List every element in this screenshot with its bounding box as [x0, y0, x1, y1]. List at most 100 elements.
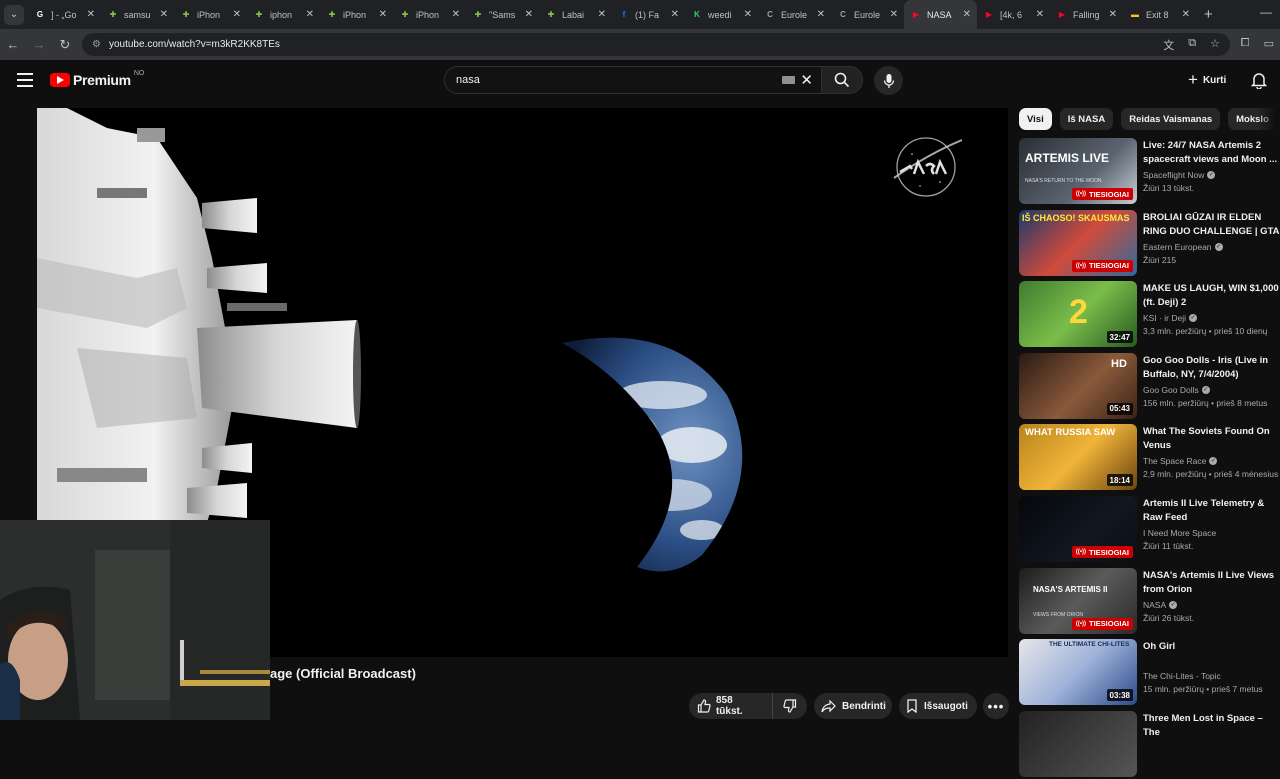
address-bar[interactable]: ⚙ youtube.com/watch?v=m3kR2KK8TEs 文 ⧉ ☆ [82, 33, 1230, 56]
recommendation-title[interactable]: BROLIAI GŪZAI IR ELDEN RING DUO CHALLENG… [1143, 211, 1280, 239]
video-thumbnail[interactable]: WHAT RUSSIA SAW 18:14 [1019, 424, 1137, 491]
tab-close-icon[interactable]: ✕ [160, 9, 168, 20]
recommendation-title[interactable]: MAKE US LAUGH, WIN $1,000 (ft. Deji) 2 [1143, 282, 1280, 310]
dislike-button[interactable] [773, 693, 807, 719]
filter-chip[interactable]: Visi [1019, 108, 1052, 130]
recommendation-title[interactable]: What The Soviets Found On Venus [1143, 425, 1280, 453]
browser-tab[interactable]: ✚ "Sams ✕ [466, 0, 539, 29]
channel-name[interactable]: Spaceflight Now ✓ [1143, 168, 1280, 182]
video-thumbnail[interactable]: 2 32:47 [1019, 281, 1137, 348]
tab-search-button[interactable]: ⌄ [4, 4, 24, 25]
recommendation-title[interactable]: NASA's Artemis II Live Views from Orion [1143, 569, 1280, 597]
tab-close-icon[interactable]: ✕ [671, 9, 679, 20]
tab-close-icon[interactable]: ✕ [452, 9, 460, 20]
tab-close-icon[interactable]: ✕ [963, 9, 971, 20]
browser-tab[interactable]: ▶ Falling ✕ [1050, 0, 1123, 29]
window-minimize-icon[interactable]: — [1260, 5, 1272, 19]
site-info-icon[interactable]: ⚙ [92, 39, 101, 50]
clear-search-icon[interactable]: ✕ [800, 71, 813, 89]
browser-tab[interactable]: ▶ NASA ✕ [904, 0, 977, 29]
browser-tab[interactable]: ✚ iPhon ✕ [320, 0, 393, 29]
recommendation-item[interactable]: NASA'S ARTEMIS II VIEWS FROM ORION ((•)) TI… [1019, 567, 1280, 636]
side-panel-icon[interactable]: ▭ [1264, 37, 1274, 50]
tab-close-icon[interactable]: ✕ [1182, 9, 1190, 20]
browser-tab[interactable]: Kweedi ✕ [685, 0, 758, 29]
tab-close-icon[interactable]: ✕ [1109, 9, 1117, 20]
create-button[interactable]: + Kurti [1180, 68, 1234, 92]
back-arrow-icon[interactable]: ← [0, 37, 26, 52]
recommendation-title[interactable]: Oh Girl [1143, 640, 1280, 668]
badge-text: TIESIOGIAI [1088, 189, 1129, 199]
browser-tab[interactable]: ✚ Labai ✕ [539, 0, 612, 29]
save-button[interactable]: Išsaugoti [899, 693, 977, 719]
bookmark-star-icon[interactable]: ☆ [1210, 37, 1220, 53]
browser-tab[interactable]: G] - „Go ✕ [28, 0, 101, 29]
browser-tab[interactable]: C Eurole ✕ [758, 0, 831, 29]
recommendation-item[interactable]: 2 32:47 MAKE US LAUGH, WIN $1,000 (ft. Dej… [1019, 281, 1280, 349]
more-actions-button[interactable]: ••• [983, 693, 1009, 719]
share-button[interactable]: Bendrinti [814, 693, 892, 719]
recommendation-item[interactable]: WHAT RUSSIA SAW 18:14 What The Soviets Fou… [1019, 424, 1280, 492]
menu-icon[interactable] [17, 73, 33, 87]
browser-tab[interactable]: ✚ iPhon ✕ [174, 0, 247, 29]
browser-tab[interactable]: ▬ Exit 8 ✕ [1123, 0, 1196, 29]
recommendation-item[interactable]: ((•)) TIESIOGIAI Artemis II Live Telemetry… [1019, 496, 1280, 564]
youtube-logo[interactable]: Premium NO [50, 70, 144, 88]
translate-icon[interactable]: 文 [1163, 37, 1174, 53]
video-thumbnail[interactable]: HD 05:43 [1019, 352, 1137, 419]
video-thumbnail[interactable]: ((•)) TIESIOGIAI [1019, 496, 1137, 562]
keyboard-icon[interactable] [782, 76, 795, 84]
voice-search-button[interactable] [874, 66, 903, 95]
tab-close-icon[interactable]: ✕ [233, 9, 241, 20]
search-input[interactable] [456, 74, 756, 86]
live-badge: ((•)) TIESIOGIAI [1071, 617, 1133, 630]
browser-tab[interactable]: ✚ iphon ✕ [247, 0, 320, 29]
notifications-bell-icon[interactable] [1251, 71, 1267, 89]
tab-close-icon[interactable]: ✕ [525, 9, 533, 20]
recommendation-title[interactable]: Artemis II Live Telemetry & Raw Feed [1143, 497, 1280, 525]
recommendation-title[interactable]: Three Men Lost in Space – The [1143, 712, 1280, 740]
recommendation-item[interactable]: Three Men Lost in Space – The [1019, 710, 1280, 779]
reload-icon[interactable]: ↻ [52, 37, 78, 53]
recommendation-item[interactable]: IŠ CHAOSO! SKAUSMAS ((•)) TIESIOGIAI BROLIA… [1019, 209, 1280, 278]
channel-name[interactable]: KSI · ir Deji ✓ [1143, 311, 1280, 325]
search-button[interactable] [821, 66, 863, 94]
recommendation-title[interactable]: Goo Goo Dolls - Iris (Live in Buffalo, N… [1143, 354, 1280, 382]
channel-name[interactable]: The Chi-Lites - Topic [1143, 669, 1280, 683]
extensions-icon[interactable]: ⧠ [1241, 37, 1250, 50]
recommendation-item[interactable]: HD 05:43 Goo Goo Dolls - Iris (Live in Buf… [1019, 352, 1280, 421]
channel-name[interactable]: Eastern European ✓ [1143, 240, 1280, 254]
filter-chip[interactable]: Mokslo [1228, 108, 1277, 130]
tab-close-icon[interactable]: ✕ [890, 9, 898, 20]
recommendation-item[interactable]: ARTEMIS LIVE NASA'S RETURN TO THE MOON ((•… [1019, 138, 1280, 206]
video-thumbnail[interactable]: NASA'S ARTEMIS II VIEWS FROM ORION ((•)) TI… [1019, 567, 1137, 634]
tab-close-icon[interactable]: ✕ [87, 9, 95, 20]
tab-close-icon[interactable]: ✕ [306, 9, 314, 20]
video-thumbnail[interactable] [1019, 710, 1137, 777]
browser-tab[interactable]: ▶ [4k, 6 ✕ [977, 0, 1050, 29]
like-button[interactable]: 858 tūkst. [689, 693, 773, 719]
video-thumbnail[interactable]: IŠ CHAOSO! SKAUSMAS ((•)) TIESIOGIAI [1019, 209, 1137, 276]
browser-tab[interactable]: f (1) Fa ✕ [612, 0, 685, 29]
channel-name[interactable]: I Need More Space [1143, 526, 1280, 540]
video-thumbnail[interactable]: THE ULTIMATE CHI-LITES 03:38 [1019, 639, 1137, 706]
tab-close-icon[interactable]: ✕ [598, 9, 606, 20]
recommendation-item[interactable]: THE ULTIMATE CHI-LITES 03:38 Oh Girl The Ch… [1019, 639, 1280, 707]
recommendation-title[interactable]: Live: 24/7 NASA Artemis 2 spacecraft vie… [1143, 139, 1280, 167]
filter-chip[interactable]: Reidas Vaismanas [1121, 108, 1221, 130]
tab-close-icon[interactable]: ✕ [744, 9, 752, 20]
channel-name[interactable]: Goo Goo Dolls ✓ [1143, 383, 1280, 397]
tab-close-icon[interactable]: ✕ [817, 9, 825, 20]
filter-chip[interactable]: Iš NASA [1059, 108, 1114, 130]
browser-tab[interactable]: ✚ iPhon ✕ [393, 0, 466, 29]
tab-close-icon[interactable]: ✕ [379, 9, 387, 20]
new-tab-icon[interactable]: + [1204, 6, 1213, 23]
forward-arrow-icon[interactable]: → [26, 37, 52, 52]
video-thumbnail[interactable]: ARTEMIS LIVE NASA'S RETURN TO THE MOON ((•… [1019, 138, 1137, 204]
browser-tab[interactable]: C Eurole ✕ [831, 0, 904, 29]
cast-icon[interactable]: ⧉ [1188, 37, 1196, 53]
browser-tab[interactable]: ✚ samsu ✕ [101, 0, 174, 29]
channel-name[interactable]: NASA ✓ [1143, 598, 1280, 612]
tab-close-icon[interactable]: ✕ [1036, 9, 1044, 20]
channel-name[interactable]: The Space Race ✓ [1143, 454, 1280, 468]
